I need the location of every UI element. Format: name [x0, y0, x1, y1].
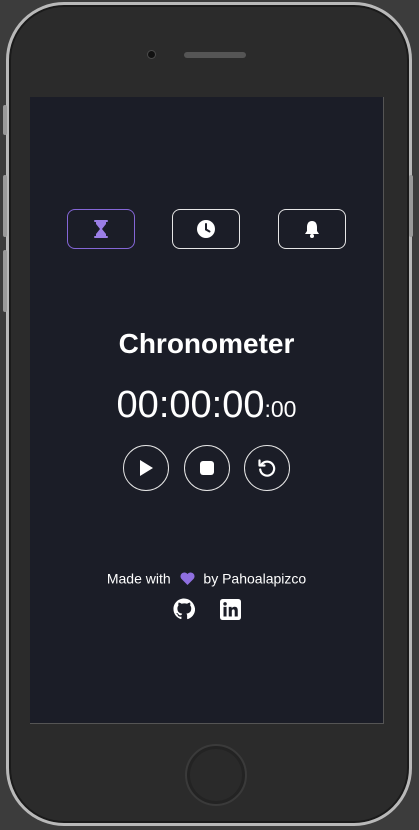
home-button[interactable] [185, 744, 247, 806]
page-title: Chronometer [118, 328, 295, 359]
linkedin-icon [219, 598, 241, 620]
clock-icon [197, 220, 215, 238]
github-link[interactable] [172, 597, 196, 621]
app-screen: Chronometer 00:00:00:00 Made with by Pah… [30, 97, 384, 724]
github-icon [173, 598, 195, 620]
reset-button[interactable] [244, 445, 290, 491]
play-icon [140, 460, 153, 476]
made-with-text: Made with [106, 570, 171, 587]
camera-icon [148, 51, 155, 58]
stop-icon [200, 461, 214, 475]
linkedin-link[interactable] [218, 597, 242, 621]
hourglass-icon [94, 220, 108, 238]
tab-alarm[interactable] [278, 209, 346, 249]
time-centiseconds: :00 [264, 396, 297, 422]
tab-clock[interactable] [172, 209, 240, 249]
side-button-mute [3, 105, 7, 135]
side-button-volume-up [3, 175, 7, 237]
play-button[interactable] [123, 445, 169, 491]
heart-icon [180, 572, 195, 585]
tab-chronometer[interactable] [67, 209, 135, 249]
footer-credit: Made with by Pahoalapizco [30, 569, 383, 586]
author-text: by Pahoalapizco [203, 570, 307, 587]
time-display: 00:00:00:00 [30, 384, 383, 427]
reset-icon [258, 459, 276, 477]
time-main: 00:00:00 [116, 384, 265, 426]
side-button-power [409, 175, 413, 237]
stop-button[interactable] [184, 445, 230, 491]
side-button-volume-down [3, 250, 7, 312]
speaker-grille [184, 52, 246, 58]
bell-icon [305, 221, 319, 238]
